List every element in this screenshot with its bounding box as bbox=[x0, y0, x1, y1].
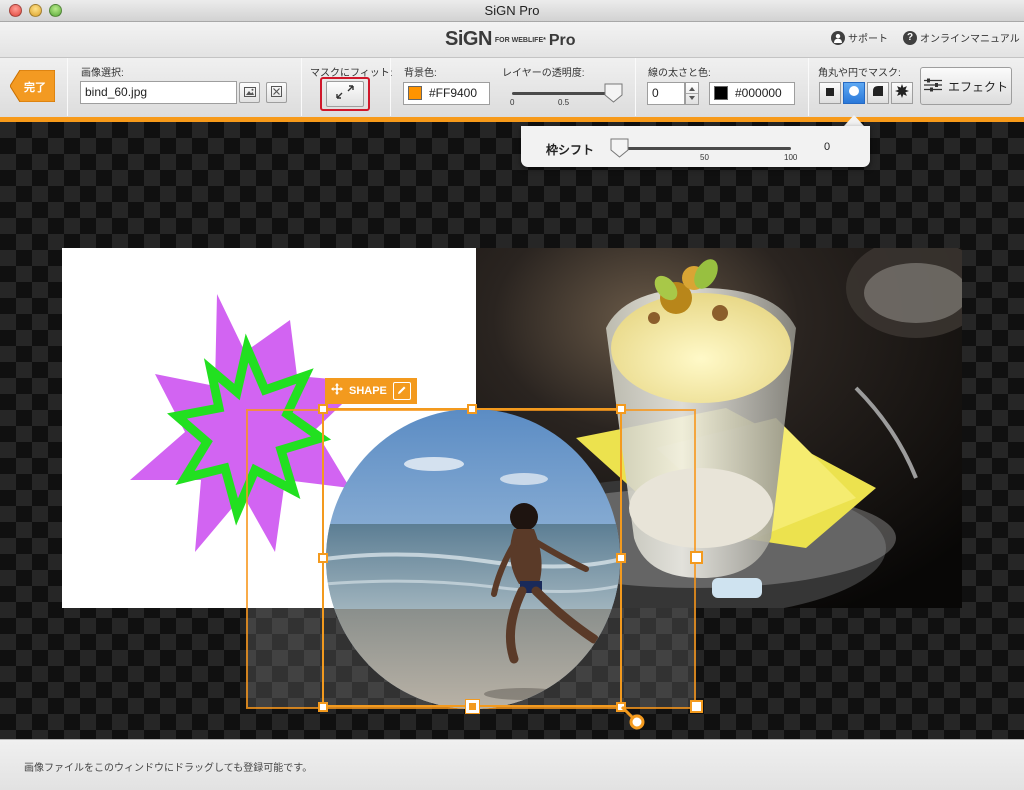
window-title: SiGN Pro bbox=[484, 3, 540, 18]
divider bbox=[301, 58, 302, 116]
effect-label: エフェクト bbox=[947, 79, 1008, 94]
frame-shift-popover: 枠シフト 50 100 0 bbox=[521, 126, 870, 167]
logo-main-text: SiGN bbox=[445, 28, 492, 50]
bg-color-swatch[interactable] bbox=[408, 86, 422, 100]
divider bbox=[67, 58, 68, 116]
title-bar: SiGN Pro bbox=[0, 0, 1024, 22]
effect-button[interactable]: エフェクト bbox=[920, 67, 1012, 105]
image-filename-field[interactable]: bind_60.jpg bbox=[80, 81, 237, 104]
resize-handle-sw[interactable] bbox=[318, 702, 328, 712]
support-link[interactable]: サポート bbox=[831, 30, 888, 45]
opacity-min-tick: 0 bbox=[510, 98, 515, 107]
browse-image-button[interactable] bbox=[239, 82, 260, 103]
user-icon bbox=[831, 30, 845, 45]
support-label: サポート bbox=[848, 34, 888, 45]
image-select-label: 画像選択: bbox=[81, 68, 124, 79]
status-hint: 画像ファイルをこのウィンドウにドラッグしても登録可能です。 bbox=[24, 763, 313, 774]
divider bbox=[635, 58, 636, 116]
rounded-corner-icon bbox=[872, 84, 884, 102]
shape-tag[interactable]: SHAPE bbox=[325, 378, 417, 404]
divider bbox=[390, 58, 391, 116]
rotate-handle[interactable] bbox=[620, 705, 650, 733]
resize-handle-nw[interactable] bbox=[318, 404, 328, 414]
clear-image-button[interactable] bbox=[266, 82, 287, 103]
popover-arrow bbox=[844, 115, 864, 126]
stroke-color-swatch[interactable] bbox=[714, 86, 728, 100]
stroke-width-field[interactable]: 0 bbox=[647, 82, 685, 105]
frame-shift-slider-thumb[interactable] bbox=[610, 138, 629, 163]
frame-shift-slider-track[interactable] bbox=[619, 147, 791, 150]
online-manual-label: オンラインマニュアル bbox=[920, 34, 1020, 45]
clear-x-icon bbox=[271, 84, 282, 102]
logo-pro-text: Pro bbox=[548, 32, 576, 49]
outer-handle-e[interactable] bbox=[690, 551, 703, 564]
sign-pro-window: SiGN Pro SiGN FOR WEBLIFE* Pro サポート ? オンライ… bbox=[0, 0, 1024, 790]
mask-rounded-corner-button[interactable] bbox=[867, 82, 889, 104]
shape-selection-frame[interactable] bbox=[322, 408, 622, 707]
pencil-icon bbox=[397, 382, 407, 400]
done-label: 完了 bbox=[24, 82, 46, 94]
expand-icon bbox=[335, 84, 355, 105]
outer-handle-se[interactable] bbox=[690, 700, 703, 713]
rectangle-icon bbox=[825, 84, 835, 102]
status-bar: 画像ファイルをこのウィンドウにドラッグしても登録可能です。 bbox=[0, 739, 1024, 790]
resize-handle-s[interactable] bbox=[465, 699, 480, 714]
sliders-icon bbox=[923, 78, 942, 95]
app-header: SiGN FOR WEBLIFE* Pro サポート ? オンラインマニュアル bbox=[0, 22, 1024, 58]
mask-circle-button[interactable] bbox=[843, 82, 865, 104]
canvas-area[interactable]: SHAPE bbox=[0, 122, 1024, 739]
frame-shift-value: 0 bbox=[824, 141, 831, 153]
zoom-window-button[interactable] bbox=[49, 4, 62, 17]
starburst-icon bbox=[895, 83, 909, 103]
done-button[interactable]: 完了 bbox=[10, 70, 55, 102]
frame-shift-max-tick: 100 bbox=[784, 153, 798, 162]
sign-logo: SiGN FOR WEBLIFE* Pro bbox=[445, 28, 576, 52]
mask-starburst-button[interactable] bbox=[891, 82, 913, 104]
stroke-label: 線の太さと色: bbox=[648, 68, 711, 79]
mask-rectangle-button[interactable] bbox=[819, 82, 841, 104]
resize-handle-ne[interactable] bbox=[616, 404, 626, 414]
move-icon bbox=[331, 382, 343, 400]
mask-fit-button[interactable] bbox=[326, 81, 364, 107]
opacity-mid-tick: 0.5 bbox=[558, 98, 570, 107]
toolbar: 完了 画像選択: bind_60.jpg マスクにフィット: 背景色: #FF9… bbox=[0, 58, 1024, 118]
frame-shift-label: 枠シフト bbox=[546, 143, 595, 157]
resize-handle-w[interactable] bbox=[318, 553, 328, 563]
minimize-window-button[interactable] bbox=[29, 4, 42, 17]
bg-color-label: 背景色: bbox=[404, 68, 437, 79]
mask-shape-label: 角丸や円でマスク: bbox=[818, 68, 901, 79]
circle-icon bbox=[848, 84, 860, 102]
frame-shift-mid-tick: 50 bbox=[700, 153, 709, 162]
close-window-button[interactable] bbox=[9, 4, 22, 17]
logo-small-text: FOR WEBLIFE* bbox=[494, 37, 546, 44]
question-icon: ? bbox=[903, 30, 917, 45]
resize-handle-n[interactable] bbox=[467, 404, 477, 414]
opacity-slider-thumb[interactable] bbox=[604, 83, 623, 108]
resize-handle-e[interactable] bbox=[616, 553, 626, 563]
divider bbox=[808, 58, 809, 116]
edit-shape-button[interactable] bbox=[392, 382, 411, 400]
stroke-width-stepper[interactable] bbox=[685, 82, 699, 105]
online-manual-link[interactable]: ? オンラインマニュアル bbox=[903, 30, 1020, 45]
picture-icon bbox=[243, 84, 256, 102]
shape-label: SHAPE bbox=[349, 385, 387, 397]
opacity-label: レイヤーの透明度: bbox=[502, 68, 585, 79]
